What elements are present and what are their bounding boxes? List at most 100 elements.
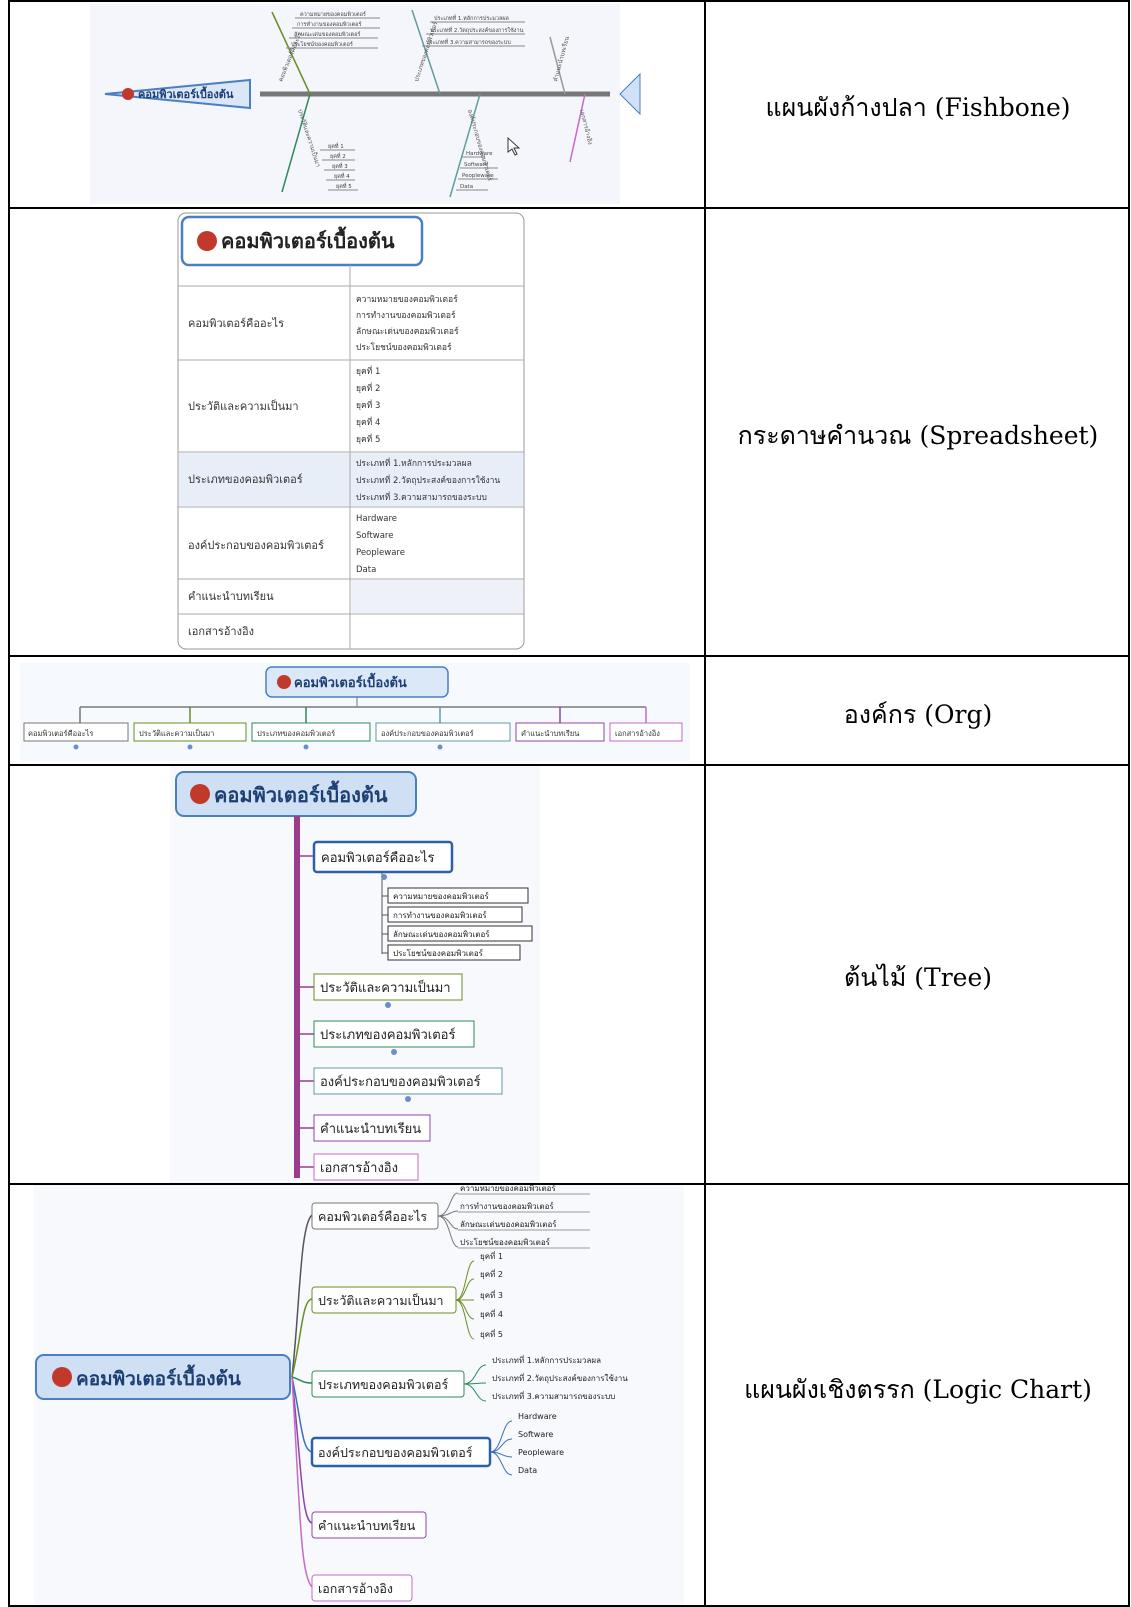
sheet-item-4-4: Data (356, 565, 376, 575)
fb-leaf-6: ประเภทที่ 2.วัตถุประสงค์ของการใช้งาน (430, 26, 524, 34)
fb-leaf-7: ประเภทที่ 3.ความสามารถของระบบ (426, 38, 511, 46)
logic-label-2: ประวัติและความเป็นมา (318, 1293, 444, 1308)
org-label-5: คำแนะนำบทเรียน (521, 729, 579, 738)
sheet-item-2-5: ยุคที่ 5 (356, 433, 380, 445)
logic-label-5: คำแนะนำบทเรียน (318, 1518, 416, 1533)
label-fishbone: แผนผังก้างปลา (Fishbone) (765, 93, 1071, 122)
tree-label-4: องค์ประกอบของคอมพิวเตอร์ (320, 1074, 481, 1090)
tree-label-2: ประวัติและความเป็นมา (320, 978, 451, 996)
logic-label-1: คอมพิวเตอร์คืออะไร (318, 1209, 427, 1224)
expand-icon (391, 1049, 397, 1055)
fishbone-root-text: คอมพิวเตอร์เบื้องต้น (138, 86, 234, 101)
sheet-branch-2: ประวัติและความเป็นมา (188, 399, 299, 413)
important-icon (122, 88, 134, 100)
sheet-item-2-3: ยุคที่ 3 (356, 399, 380, 411)
sheet-branch-1: คอมพิวเตอร์คืออะไร (188, 317, 284, 330)
tree-trunk (294, 816, 300, 1178)
fb-leaf-1: ความหมายของคอมพิวเตอร์ (300, 11, 366, 18)
fb-leaf-12: ยุคที่ 5 (336, 182, 352, 190)
logic-leaf-1-1: ความหมายของคอมพิวเตอร์ (460, 1185, 556, 1193)
sheet-root-text: คอมพิวเตอร์เบื้องต้น (221, 226, 395, 253)
logic-leaf-1-4: ประโยชน์ของคอมพิวเตอร์ (460, 1237, 551, 1247)
logic-label-3: ประเภทของคอมพิวเตอร์ (318, 1377, 449, 1392)
sheet-branch-4: องค์ประกอบของคอมพิวเตอร์ (188, 539, 324, 552)
fb-leaf-2: การทำงานของคอมพิวเตอร์ (297, 21, 361, 28)
tree-label-1: คอมพิวเตอร์คืออะไร (321, 850, 434, 866)
tree-label-3: ประเภทของคอมพิวเตอร์ (320, 1027, 455, 1043)
important-icon (52, 1367, 72, 1387)
logic-leaf-4-3: Peopleware (518, 1448, 564, 1457)
fb-leaf-5: ประเภทที่ 1.หลักการประมวลผล (434, 14, 509, 22)
org-label-4: องค์ประกอบของคอมพิวเตอร์ (381, 729, 474, 738)
fishbone-diagram: คอมพิวเตอร์เบื้องต้น ความหมายของคอมพิวเต… (10, 2, 704, 207)
fishbone-tail (619, 72, 641, 116)
sheet-item-3-3: ประเภทที่ 3.ความสามารถของระบบ (356, 491, 487, 503)
sheet-item-1-2: การทำงานของคอมพิวเตอร์ (356, 310, 456, 321)
label-tree: ต้นไม้ (Tree) (843, 963, 993, 992)
sheet-branch-6: เอกสารอ้างอิง (188, 625, 254, 638)
label-org: องค์กร (Org) (843, 700, 993, 729)
org-label-6: เอกสารอ้างอิง (615, 729, 660, 738)
label-spreadsheet: กระดาษคำนวณ (Spreadsheet) (737, 421, 1099, 450)
sheet-branch-3: ประเภทของคอมพิวเตอร์ (188, 473, 303, 486)
tree-leaf-text-1: ความหมายของคอมพิวเตอร์ (393, 891, 489, 901)
logic-chart-diagram: คอมพิวเตอร์เบื้องต้น คอมพิวเตอร์คืออะไร … (10, 1185, 704, 1605)
sheet-branch-5: คำแนะนำบทเรียน (188, 590, 274, 603)
sheet-item-1-1: ความหมายของคอมพิวเตอร์ (356, 294, 458, 305)
expand-icon (385, 1002, 391, 1008)
expand-icon (187, 744, 193, 750)
logic-leaf-2-5: ยุคที่ 5 (480, 1328, 503, 1339)
logic-leaf-2-2: ยุคที่ 2 (480, 1268, 503, 1279)
logic-leaf-4-4: Data (518, 1466, 537, 1475)
sheet-item-1-4: ประโยชน์ของคอมพิวเตอร์ (356, 342, 452, 353)
fb-leaf-11: ยุคที่ 4 (334, 172, 350, 180)
sheet-item-2-4: ยุคที่ 4 (356, 416, 380, 428)
fb-leaf-10: ยุคที่ 3 (332, 162, 348, 170)
org-label-3: ประเภทของคอมพิวเตอร์ (257, 729, 335, 738)
sheet-blank-cell (351, 580, 523, 613)
sheet-item-4-1: Hardware (356, 514, 397, 524)
important-icon (277, 675, 291, 689)
logic-leaf-2-1: ยุคที่ 1 (480, 1250, 503, 1261)
tree-root-text: คอมพิวเตอร์เบื้องต้น (214, 780, 388, 807)
logic-leaf-3-3: ประเภทที่ 3.ความสามารถของระบบ (492, 1390, 615, 1401)
sheet-item-4-3: Peopleware (356, 548, 405, 558)
fb-leaf-9: ยุคที่ 2 (330, 152, 346, 160)
logic-leaf-4-1: Hardware (518, 1412, 557, 1421)
tree-leaf-text-2: การทำงานของคอมพิวเตอร์ (393, 910, 487, 920)
tree-label-6: เอกสารอ้างอิง (320, 1161, 398, 1176)
spreadsheet-diagram: คอมพิวเตอร์เบื้องต้น คอมพิวเตอร์คืออะไร … (10, 209, 704, 655)
tree-leaf-text-4: ประโยชน์ของคอมพิวเตอร์ (393, 948, 484, 958)
logic-leaf-2-3: ยุคที่ 3 (480, 1289, 503, 1300)
sheet-item-2-2: ยุคที่ 2 (356, 382, 380, 394)
label-logic: แผนผังเชิงตรรก (Logic Chart) (744, 1375, 1092, 1404)
expand-icon (437, 744, 443, 750)
fb-leaf-3: ลักษณะเด่นของคอมพิวเตอร์ (294, 31, 360, 38)
sheet-item-4-2: Software (356, 531, 393, 541)
logic-leaf-3-2: ประเภทที่ 2.วัตถุประสงค์ของการใช้งาน (492, 1372, 628, 1383)
org-label-1: คอมพิวเตอร์คืออะไร (28, 729, 93, 738)
fb-leaf-8: ยุคที่ 1 (328, 142, 344, 150)
logic-leaf-1-3: ลักษณะเด่นของคอมพิวเตอร์ (460, 1219, 557, 1229)
sheet-item-2-1: ยุคที่ 1 (356, 365, 380, 377)
org-diagram: คอมพิวเตอร์เบื้องต้น คอมพิวเตอร์คืออะไร … (10, 657, 704, 764)
tree-label-5: คำแนะนำบทเรียน (320, 1121, 421, 1137)
sheet-item-3-1: ประเภทที่ 1.หลักการประมวลผล (356, 457, 472, 469)
logic-leaf-1-2: การทำงานของคอมพิวเตอร์ (460, 1201, 554, 1211)
tree-leaf-text-3: ลักษณะเด่นของคอมพิวเตอร์ (393, 929, 490, 939)
logic-label-4: องค์ประกอบของคอมพิวเตอร์ (318, 1445, 473, 1460)
table-border-right (1128, 0, 1130, 1607)
layout-table: แผนผังก้างปลา (Fishbone) กระดาษคำนวณ (Sp… (8, 0, 1130, 1607)
tree-diagram: คอมพิวเตอร์เบื้องต้น คอมพิวเตอร์คืออะไร … (10, 766, 704, 1183)
logic-leaf-3-1: ประเภทที่ 1.หลักการประมวลผล (492, 1354, 601, 1365)
logic-leaf-2-4: ยุคที่ 4 (480, 1308, 503, 1319)
org-label-2: ประวัติและความเป็นมา (139, 728, 214, 738)
expand-icon (303, 744, 309, 750)
logic-leaf-4-2: Software (518, 1430, 553, 1439)
sheet-item-3-2: ประเภทที่ 2.วัตถุประสงค์ของการใช้งาน (356, 474, 500, 486)
important-icon (190, 784, 210, 804)
column-divider (704, 0, 706, 1607)
important-icon (197, 231, 217, 251)
logic-label-6: เอกสารอ้างอิง (318, 1581, 393, 1596)
expand-icon (381, 874, 387, 880)
